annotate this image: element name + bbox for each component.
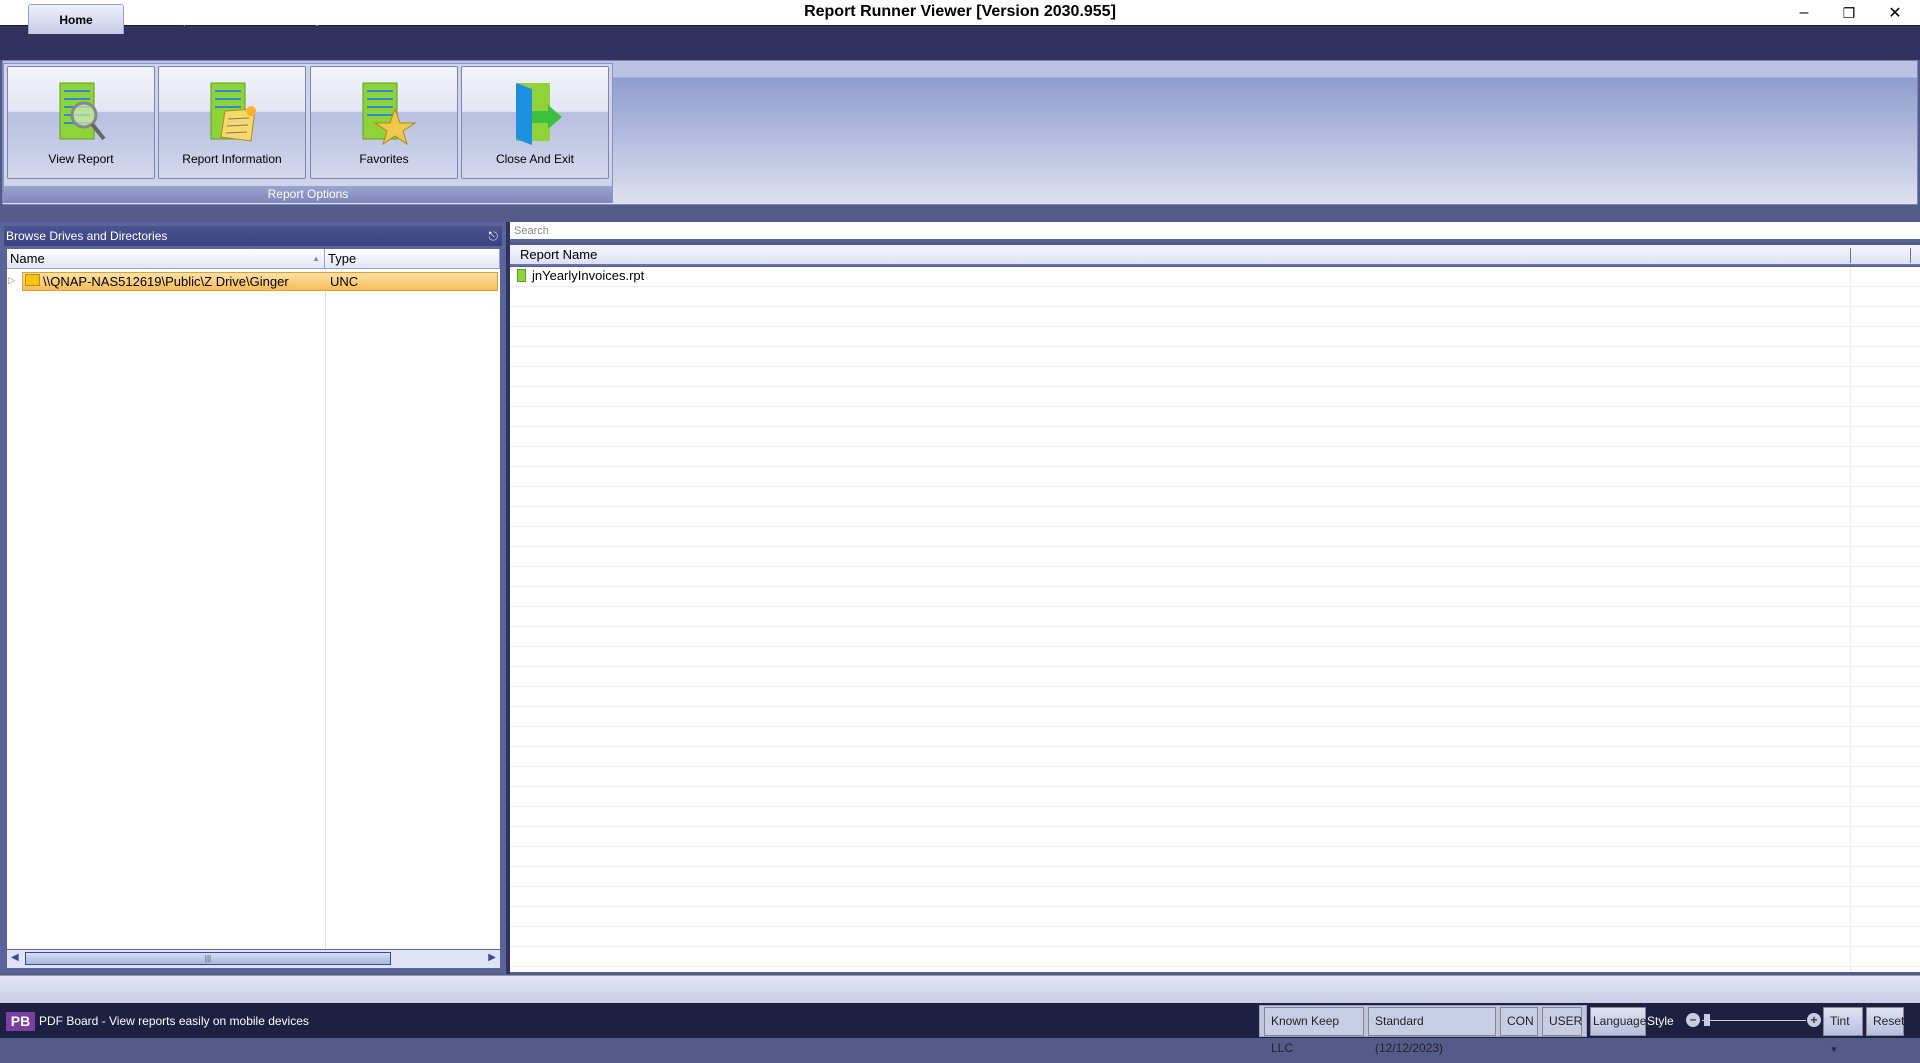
close-button[interactable]: ✕ [1872,0,1918,26]
con-label: CON [1500,1007,1538,1036]
tab-help[interactable]: Help [150,4,205,34]
column-divider [1850,267,1851,972]
expand-arrow-icon[interactable]: ▷ [8,275,15,286]
column-header-name[interactable]: Name ▲ [7,249,325,269]
view-report-button[interactable]: View Report [7,66,155,179]
scroll-right-icon[interactable]: ▶ [488,952,496,963]
directory-tree: Name ▲ Type [7,249,500,949]
document-note-icon [210,82,256,142]
folder-icon [25,274,40,286]
language-button[interactable]: Language [1590,1007,1646,1036]
promo-link[interactable]: PDF Board - View reports easily on mobil… [39,1013,309,1030]
favorites-button[interactable]: Favorites [310,66,458,179]
company-label: Known Keep LLC [1264,1007,1364,1055]
sort-ascending-icon: ▲ [312,254,320,263]
report-options-label: Report Options [4,186,612,203]
report-list: jnYearlyInvoices.rpt [510,267,1920,972]
search-input[interactable]: Search [510,222,1920,242]
list-item[interactable]: jnYearlyInvoices.rpt [510,267,1850,286]
report-file-icon [517,269,526,282]
zoom-out-icon[interactable]: – [1686,1013,1700,1027]
favorites-label: Favorites [359,152,409,166]
style-slider[interactable] [1702,1020,1806,1021]
chevron-down-icon: ▼ [1830,1045,1838,1054]
tree-row-name: \\QNAP-NAS512619\Public\Z Drive\Ginger [43,274,289,289]
pin-icon[interactable]: ⎋ [489,226,499,246]
document-star-icon [362,82,417,145]
tint-label: Tint [1830,1014,1850,1028]
tree-row-type: UNC [330,274,359,289]
close-and-exit-button[interactable]: Close And Exit [461,66,609,179]
browse-panel-title-text: Browse Drives and Directories [6,229,168,243]
tree-row[interactable]: \\QNAP-NAS512619\Public\Z Drive\Ginger U… [22,272,498,291]
view-report-label: View Report [48,152,114,166]
scroll-left-icon[interactable]: ◀ [11,952,19,963]
style-slider-thumb[interactable] [1704,1014,1710,1026]
license-label: Standard (12/12/2023) [1368,1007,1496,1055]
style-label: Style [1647,1014,1674,1028]
document-magnifier-icon [59,82,106,141]
column-divider [1850,248,1851,263]
pdf-board-logo-icon[interactable]: PB [6,1012,35,1031]
column-divider [1910,248,1911,263]
close-and-exit-label: Close And Exit [495,152,575,166]
horizontal-scrollbar[interactable]: ◀ ||| ▶ [7,950,500,968]
tint-dropdown[interactable]: Tint ▼ [1823,1007,1863,1054]
zoom-in-icon[interactable]: + [1807,1013,1821,1027]
status-strip [0,975,1920,1003]
user-label: USER [1542,1007,1582,1036]
column-header-report-name[interactable]: Report Name [510,245,1920,266]
report-name-header-label: Report Name [520,247,598,262]
report-name: jnYearlyInvoices.rpt [532,268,645,283]
browse-panel-title: Browse Drives and Directories ⎋ [4,226,502,246]
tab-about-licensing[interactable]: About/Licensing [228,4,328,34]
column-name-label: Name [10,251,45,266]
column-divider [325,269,326,949]
report-information-label: Report Information [182,152,282,166]
scroll-thumb[interactable]: ||| [25,952,391,965]
exit-door-icon [516,83,562,145]
tab-home[interactable]: Home [28,4,124,34]
restore-button[interactable]: ❐ [1826,0,1872,26]
reset-button[interactable]: Reset [1866,1007,1904,1036]
column-header-type[interactable]: Type [325,249,500,269]
minimize-button[interactable]: – [1781,0,1827,26]
report-information-button[interactable]: Report Information [158,66,306,179]
